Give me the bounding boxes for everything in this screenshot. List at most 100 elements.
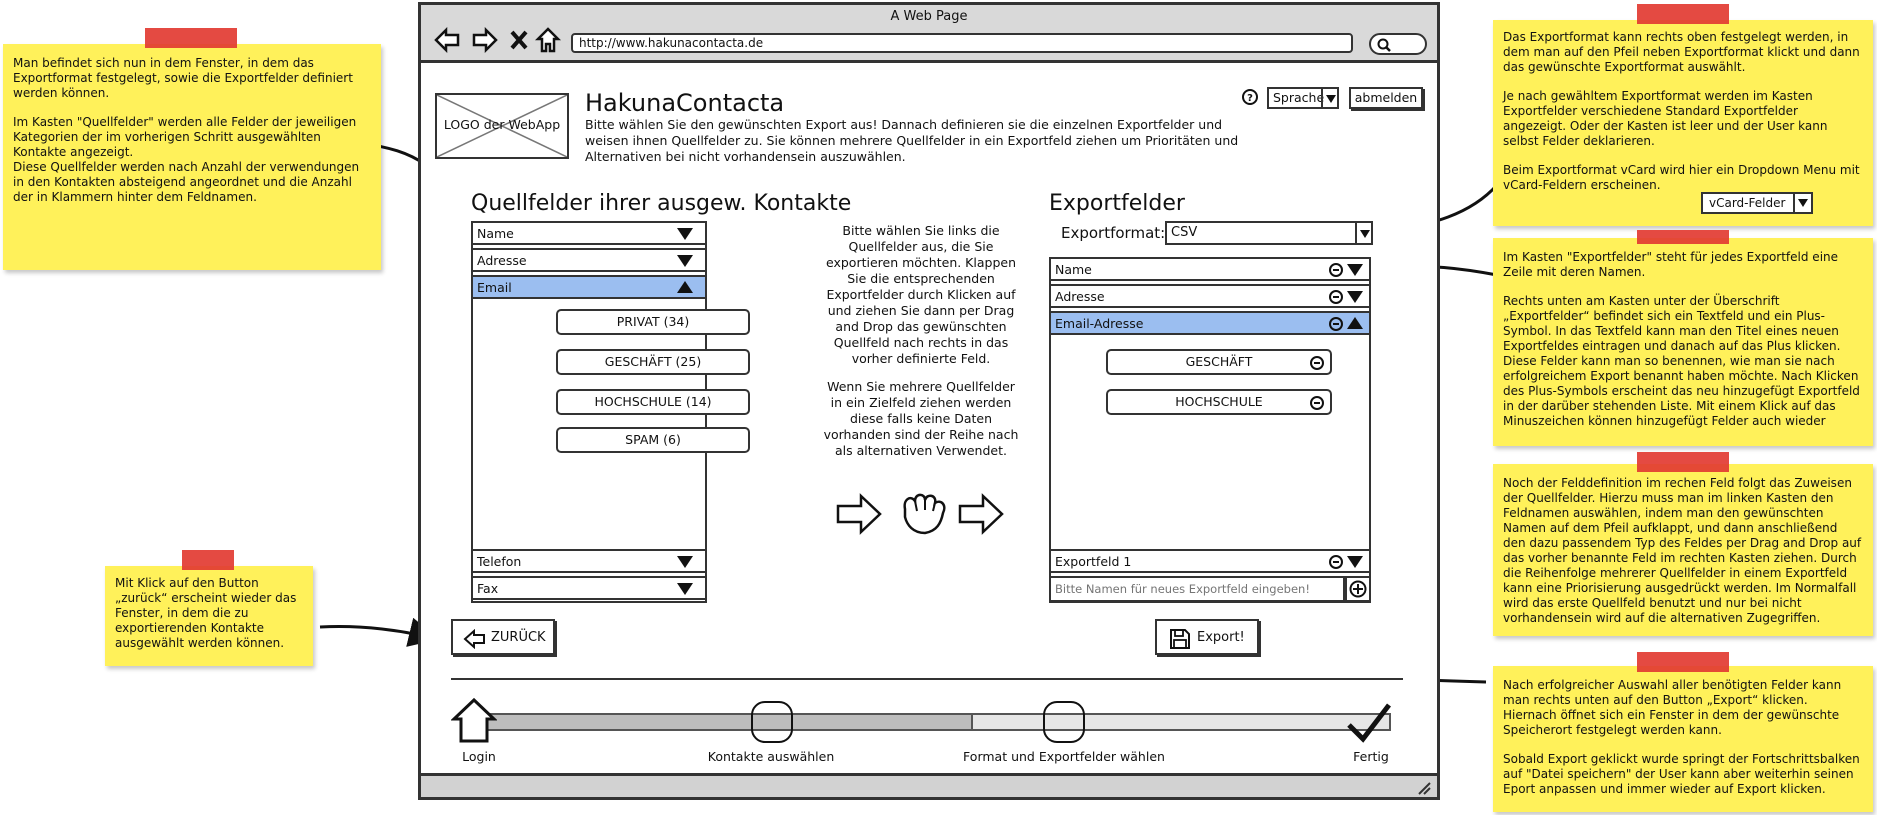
export-row-label: Exportfeld 1 [1055, 554, 1132, 569]
hand-grab-icon [903, 493, 946, 535]
new-export-field-input[interactable] [1049, 576, 1345, 602]
progress-step-label: Login [462, 749, 496, 764]
remove-field-icon[interactable] [1329, 555, 1343, 569]
progress-step-label: Format und Exportfelder wählen [963, 749, 1165, 764]
resize-grip-icon[interactable] [1417, 781, 1431, 795]
plus-icon [1349, 580, 1367, 598]
note-tape [1637, 230, 1729, 244]
note-left-top-text-2: Im Kasten "Quellfelder" werden alle Feld… [13, 115, 360, 204]
export-format-toggle[interactable] [1355, 223, 1371, 243]
source-subfield[interactable]: SPAM (6) [556, 427, 750, 453]
chevron-up-icon[interactable] [1347, 317, 1363, 329]
remove-source-icon[interactable] [1310, 396, 1324, 410]
forward-arrow-icon[interactable] [471, 27, 499, 53]
vcard-dropdown-toggle[interactable] [1793, 194, 1811, 212]
source-subfield[interactable]: HOCHSCHULE (14) [556, 389, 750, 415]
chevron-down-icon [1798, 199, 1808, 207]
note-tape [1637, 4, 1729, 24]
note-left-top-text-1: Man befindet sich nun in dem Fenster, in… [13, 56, 353, 100]
note-tape [145, 28, 237, 48]
source-row-fax[interactable]: Fax [471, 576, 707, 600]
note-right-2-text-2: Rechts unten am Kasten unter der Übersch… [1503, 294, 1860, 428]
source-heading: Quellfelder ihrer ausgew. Kontakte [471, 191, 852, 216]
logout-button[interactable]: abmelden [1349, 87, 1423, 109]
section-divider [451, 678, 1403, 680]
browser-statusbar [421, 773, 1437, 797]
source-row-email[interactable]: Email [471, 275, 707, 299]
page-description: Bitte wählen Sie den gewünschten Export … [585, 117, 1239, 164]
home-icon [451, 697, 497, 743]
note-right-3-text: Noch der Felddefinition im rechen Feld f… [1503, 476, 1862, 625]
export-row-label: Email-Adresse [1055, 316, 1144, 331]
export-row-field-1[interactable]: Exportfeld 1 [1049, 549, 1371, 573]
language-dropdown-label: Sprache [1273, 90, 1325, 105]
source-subfield[interactable]: PRIVAT (34) [556, 309, 750, 335]
remove-source-icon[interactable] [1310, 356, 1324, 370]
source-row-label: Telefon [477, 554, 522, 569]
source-row-label: Name [477, 226, 514, 241]
chevron-down-icon [1360, 230, 1370, 238]
source-subfield-label: GESCHÄFT (25) [604, 354, 702, 369]
back-arrow-icon [463, 629, 485, 649]
chevron-down-icon[interactable] [677, 255, 693, 267]
arrow-to-back [319, 617, 439, 647]
close-icon[interactable] [509, 29, 529, 51]
note-tape [182, 550, 234, 570]
export-row-address[interactable]: Adresse [1049, 284, 1371, 308]
chevron-down-icon[interactable] [677, 556, 693, 568]
export-button-label: Export! [1197, 630, 1245, 645]
source-row-name[interactable]: Name [471, 221, 707, 245]
chevron-down-icon[interactable] [677, 228, 693, 240]
add-field-button[interactable] [1345, 576, 1371, 602]
home-icon[interactable] [535, 26, 561, 54]
note-right-4-text-2: Sobald Export geklickt wurde springt der… [1503, 752, 1860, 796]
language-dropdown[interactable]: Sprache [1267, 87, 1339, 109]
note-left-top: Man befindet sich nun in dem Fenster, in… [3, 44, 381, 270]
source-row-address[interactable]: Adresse [471, 248, 707, 272]
note-right-3: Noch der Felddefinition im rechen Feld f… [1493, 464, 1873, 636]
export-format-dropdown[interactable]: CSV [1165, 221, 1373, 245]
remove-field-icon[interactable] [1329, 317, 1343, 331]
vcard-dropdown-label: vCard-Felder [1709, 196, 1786, 210]
language-dropdown-toggle[interactable] [1321, 89, 1337, 107]
export-row-email[interactable]: Email-Adresse [1049, 311, 1371, 335]
chevron-up-icon[interactable] [677, 281, 693, 293]
vcard-dropdown[interactable]: vCard-Felder [1701, 192, 1813, 214]
note-left-bottom-text: Mit Klick auf den Button „zurück“ ersche… [115, 576, 297, 650]
export-button[interactable]: Export! [1155, 619, 1259, 655]
export-assigned-field[interactable]: HOCHSCHULE [1106, 389, 1332, 415]
logout-button-label: abmelden [1354, 90, 1418, 105]
instructions-text-1: Bitte wählen Sie links die Quellfelder a… [826, 223, 1016, 366]
back-button-label: ZURÜCK [491, 630, 546, 645]
export-row-name[interactable]: Name [1049, 257, 1371, 281]
note-right-4-text-1: Nach erfolgreicher Auswahl aller benötig… [1503, 678, 1842, 737]
chevron-down-icon[interactable] [1347, 291, 1363, 303]
back-button[interactable]: ZURÜCK [451, 619, 555, 655]
export-row-label: Adresse [1055, 289, 1105, 304]
app-title: HakunaContacta [585, 89, 785, 117]
progress-step-label: Kontakte auswählen [707, 749, 835, 764]
source-subfield-label: SPAM (6) [625, 432, 681, 447]
remove-field-icon[interactable] [1329, 263, 1343, 277]
back-arrow-icon[interactable] [433, 27, 461, 53]
save-disk-icon [1170, 629, 1190, 649]
export-row-label: Name [1055, 262, 1092, 277]
export-assigned-field[interactable]: GESCHÄFT [1106, 349, 1332, 375]
drag-arrow-icon [958, 493, 1004, 535]
checkmark-icon [1347, 703, 1391, 743]
source-row-phone[interactable]: Telefon [471, 549, 707, 573]
note-right-2: Im Kasten "Exportfelder" steht für jedes… [1493, 238, 1873, 446]
chevron-down-icon[interactable] [1347, 264, 1363, 276]
progress-step-marker [751, 701, 793, 743]
chevron-down-icon[interactable] [677, 583, 693, 595]
help-icon[interactable]: ? [1242, 89, 1258, 105]
source-subfield[interactable]: GESCHÄFT (25) [556, 349, 750, 375]
remove-field-icon[interactable] [1329, 290, 1343, 304]
window-title: A Web Page [890, 9, 968, 24]
source-subfield-label: PRIVAT (34) [616, 314, 690, 329]
chevron-down-icon[interactable] [1347, 556, 1363, 568]
url-input[interactable]: http://www.hakunacontacta.de [571, 33, 1353, 53]
note-right-2-text-1: Im Kasten "Exportfelder" steht für jedes… [1503, 250, 1839, 279]
browser-search-box[interactable] [1369, 33, 1427, 55]
note-right-4: Nach erfolgreicher Auswahl aller benötig… [1493, 666, 1873, 812]
